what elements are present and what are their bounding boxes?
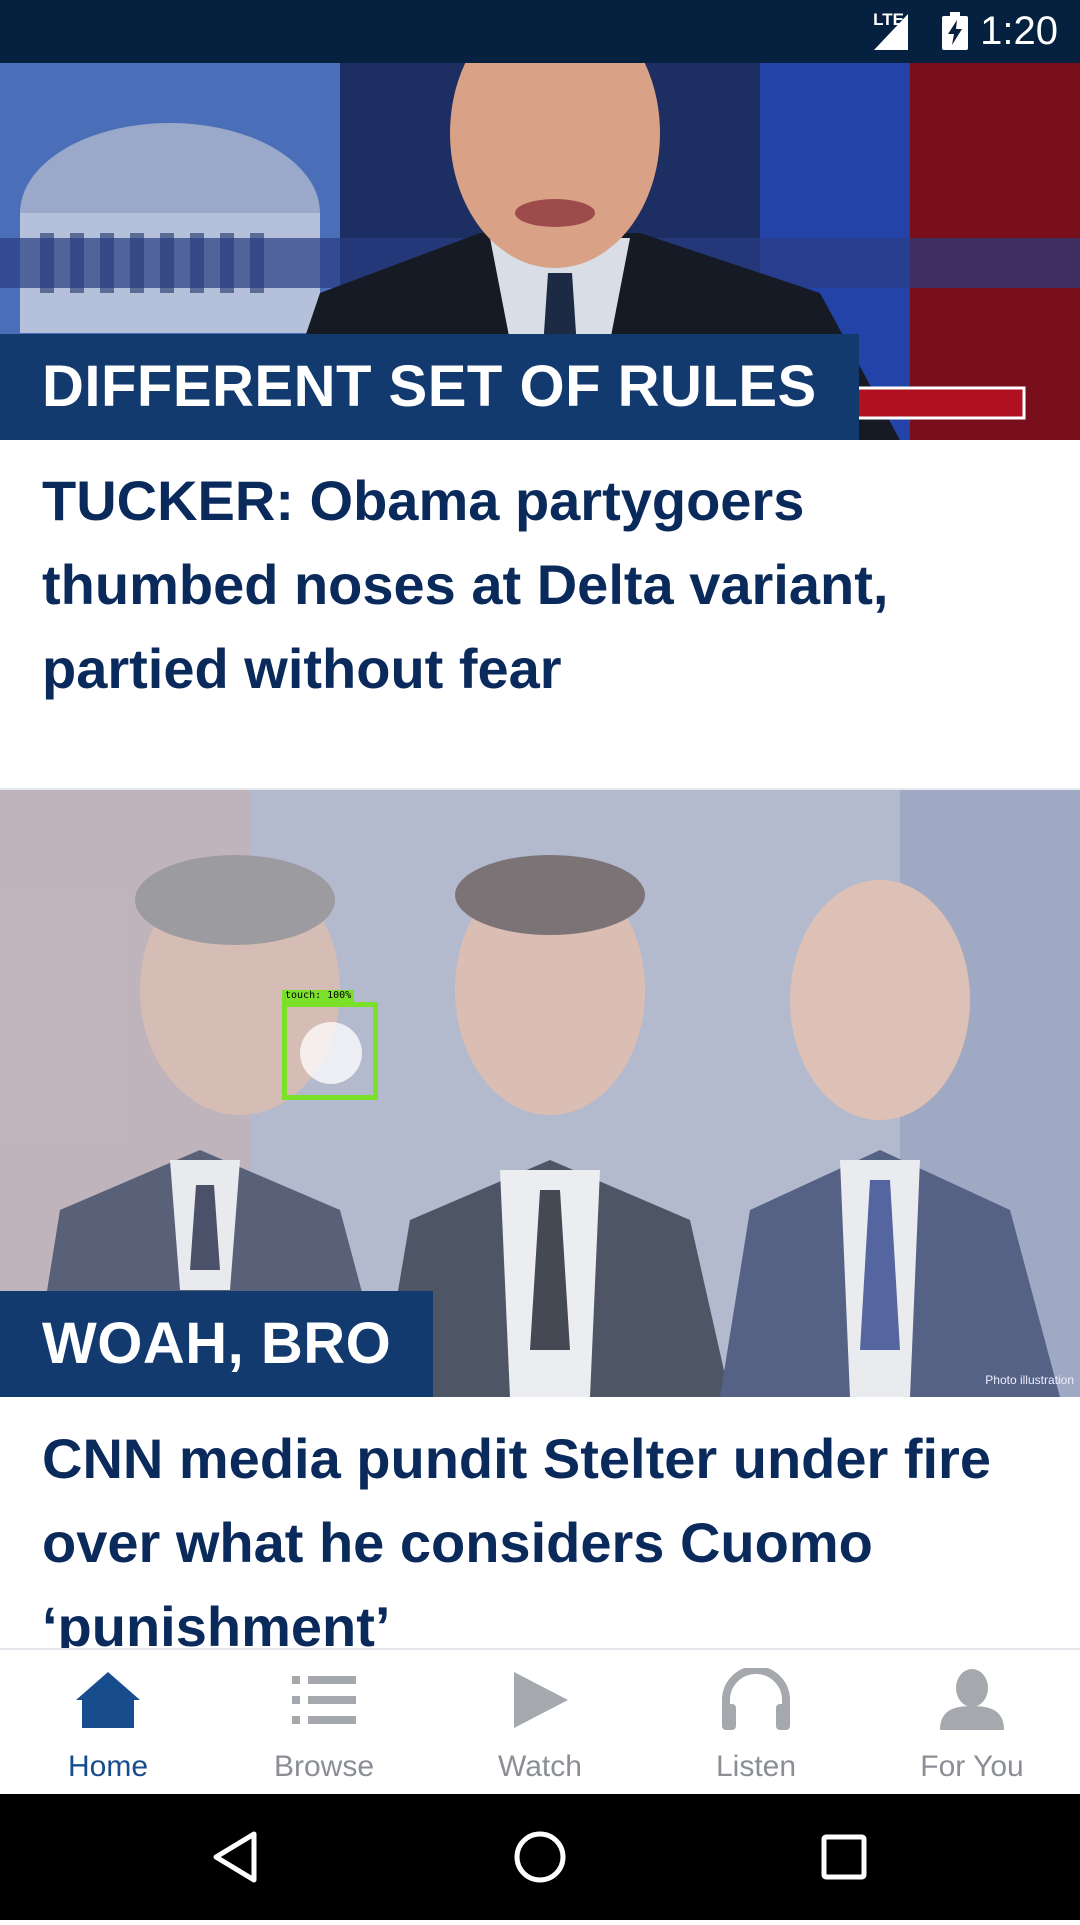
story-card[interactable]: Photo illustration WOAH, BRO CNN media p… — [0, 790, 1080, 1648]
story-headline[interactable]: TUCKER: Obama partygoers thumbed noses a… — [42, 459, 1042, 711]
nav-label: Browse — [273, 1750, 375, 1783]
home-icon — [76, 1672, 140, 1728]
story-headline[interactable]: CNN media pundit Stelter under fire over… — [42, 1417, 1042, 1648]
nav-for-you[interactable]: For You — [864, 1650, 1080, 1796]
touch-point — [300, 1022, 362, 1084]
bottom-nav: Home Browse Watch Listen For You — [0, 1648, 1080, 1796]
battery-charging-icon — [942, 12, 968, 50]
home-circle-icon[interactable] — [514, 1831, 566, 1883]
nav-label: Home — [67, 1750, 149, 1783]
back-icon[interactable] — [213, 1831, 257, 1883]
nav-label: Watch — [498, 1750, 582, 1783]
photo-credit: Photo illustration — [985, 1373, 1074, 1387]
nav-home[interactable]: Home — [0, 1650, 216, 1796]
nav-watch[interactable]: Watch — [432, 1650, 648, 1796]
system-nav-bar — [0, 1794, 1080, 1920]
signal-icon — [874, 14, 908, 50]
story-kicker: DIFFERENT SET OF RULES — [0, 334, 859, 440]
story-card[interactable]: DIFFERENT SET OF RULES TUCKER: Obama par… — [0, 63, 1080, 790]
status-bar: LTE 1:20 — [0, 0, 1080, 63]
clock: 1:20 — [980, 9, 1058, 53]
story-kicker: WOAH, BRO — [0, 1291, 434, 1397]
nav-label: Listen — [715, 1750, 797, 1783]
touch-indicator-label: touch: 100% — [282, 990, 355, 1002]
play-icon — [514, 1672, 568, 1728]
list-icon — [292, 1676, 356, 1724]
news-feed[interactable]: DIFFERENT SET OF RULES TUCKER: Obama par… — [0, 63, 1080, 1648]
nav-browse[interactable]: Browse — [216, 1650, 432, 1796]
headphones-icon — [722, 1668, 790, 1730]
person-icon — [940, 1669, 1004, 1730]
recents-icon[interactable] — [821, 1834, 867, 1880]
nav-listen[interactable]: Listen — [648, 1650, 864, 1796]
nav-label: For You — [920, 1750, 1024, 1783]
